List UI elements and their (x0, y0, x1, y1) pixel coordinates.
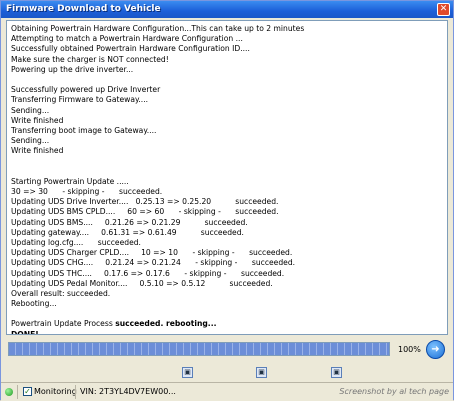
save-config-button[interactable]: ▣ (256, 367, 267, 378)
close-icon: ✕ (439, 4, 448, 14)
log-line: Sending... (11, 136, 443, 146)
log-line: Write finished (11, 116, 443, 126)
log-line-text: Obtaining Powertrain Hardware Configurat… (11, 24, 305, 33)
log-line-text: Updating gateway.... 0.61.31 => 0.61.49 … (11, 227, 244, 237)
log-line-text: Powering up the drive inverter... (11, 64, 134, 74)
log-line: Sending... (11, 106, 443, 116)
log-line-text: Attempting to match a Powertrain Hardwar… (11, 34, 243, 44)
vin-label: VIN: 2T3YL4DV7EW00... (80, 387, 176, 396)
log-line-text: Starting Powertrain Update ..... (11, 176, 129, 186)
monitoring-label: Monitoring (34, 387, 77, 396)
log-line-text: Updating UDS CHG.... 0.21.24 => 0.21.24 … (11, 258, 296, 268)
save-report-button[interactable]: ▣ (331, 367, 342, 378)
disk-icon: ▣ (258, 368, 265, 376)
log-line: DONE! (11, 329, 443, 335)
log-line-text: Updating UDS Drive Inverter.... 0.25.13 … (11, 197, 279, 207)
log-line-text: Updating log.cfg.... succeeded. (11, 237, 141, 247)
log-line-text: Powertrain Update Process (11, 319, 116, 329)
log-line-text: Updating UDS Charger CPLD.... 10 => 10 -… (11, 248, 293, 258)
log-line-status: succeeded. rebooting... (115, 319, 217, 329)
log-line-text: Updating UDS THC.... 0.17.6 => 0.17.6 - … (11, 268, 285, 278)
log-line-text: Sending... (11, 136, 50, 146)
log-output[interactable]: Obtaining Powertrain Hardware Configurat… (6, 20, 448, 335)
log-line: Starting Powertrain Update ..... (11, 177, 443, 187)
log-line: 30 => 30 - skipping - succeeded. (11, 187, 443, 197)
log-line-text: Updating UDS Pedal Monitor.... 0.5.10 =>… (11, 278, 273, 288)
log-line: Rebooting... (11, 299, 443, 309)
log-line-text: Overall result: succeeded. (11, 288, 111, 298)
log-line: Powertrain Update Process succeeded. reb… (11, 319, 443, 329)
log-line-text: Rebooting... (11, 299, 57, 309)
title-bar[interactable]: Firmware Download to Vehicle ✕ (1, 1, 453, 18)
close-button[interactable]: ✕ (437, 3, 450, 16)
window-title: Firmware Download to Vehicle (6, 4, 161, 14)
log-line: Updating log.cfg.... succeeded. (11, 238, 443, 248)
log-line-text: Write finished (11, 115, 64, 125)
save-log-button[interactable]: ▣ (182, 367, 193, 378)
log-line: Updating UDS Charger CPLD.... 10 => 10 -… (11, 248, 443, 258)
checkmark-icon: ✓ (24, 387, 31, 396)
credit-text: Screenshot by al tech page (339, 387, 449, 396)
log-line: Updating UDS BMS.... 0.21.26 => 0.21.29 … (11, 218, 443, 228)
log-line: Updating UDS THC.... 0.17.6 => 0.17.6 - … (11, 269, 443, 279)
divider (17, 385, 18, 399)
log-line-text: Updating UDS BMS.... 0.21.26 => 0.21.29 … (11, 217, 248, 227)
connection-led-icon (5, 388, 13, 396)
disk-icon: ▣ (184, 368, 191, 376)
status-bar: ✓ Monitoring VIN: 2T3YL4DV7EW00... Scree… (1, 382, 453, 401)
log-line: Attempting to match a Powertrain Hardwar… (11, 34, 443, 44)
log-line-text: Transferring boot image to Gateway.... (11, 125, 157, 135)
log-line-text: Successfully powered up Drive Inverter (11, 85, 161, 95)
log-line: Overall result: succeeded. (11, 289, 443, 299)
go-button[interactable]: ➜ (426, 340, 445, 359)
log-line: Updating UDS BMS CPLD.... 60 => 60 - ski… (11, 207, 443, 217)
arrow-right-icon: ➜ (431, 344, 440, 355)
log-line-text: Make sure the charger is NOT connected! (11, 54, 169, 64)
log-line-text: 30 => 30 - skipping - succeeded. (11, 187, 163, 196)
log-line-text: DONE! (11, 329, 39, 335)
log-line: Updating UDS Pedal Monitor.... 0.5.10 =>… (11, 279, 443, 289)
progress-bar (8, 342, 390, 356)
progress-fill (9, 343, 389, 355)
monitoring-checkbox[interactable]: ✓ (23, 387, 32, 396)
log-line: Transferring Firmware to Gateway.... (11, 95, 443, 105)
log-line: Make sure the charger is NOT connected! (11, 55, 443, 65)
log-line-text: Sending... (11, 105, 50, 115)
log-line: Updating UDS CHG.... 0.21.24 => 0.21.24 … (11, 258, 443, 268)
log-line-text: Successfully obtained Powertrain Hardwar… (11, 44, 250, 54)
log-line: Successfully powered up Drive Inverter (11, 85, 443, 95)
log-line-text: Transferring Firmware to Gateway.... (11, 95, 149, 105)
log-line: Write finished (11, 146, 443, 156)
toolbar: ▣ ▣ ▣ (1, 365, 453, 381)
firmware-download-window: Firmware Download to Vehicle ✕ Obtaining… (0, 0, 454, 401)
log-line: Powering up the drive inverter... (11, 65, 443, 75)
log-line: Successfully obtained Powertrain Hardwar… (11, 44, 443, 54)
log-line: Obtaining Powertrain Hardware Configurat… (11, 24, 443, 34)
log-line-text: Write finished (11, 146, 64, 156)
progress-percent: 100% (398, 345, 421, 354)
log-line-text: Updating UDS BMS CPLD.... 60 => 60 - ski… (11, 207, 279, 217)
log-line: Updating gateway.... 0.61.31 => 0.61.49 … (11, 228, 443, 238)
divider (75, 385, 76, 399)
log-line: Updating UDS Drive Inverter.... 0.25.13 … (11, 197, 443, 207)
disk-icon: ▣ (333, 368, 340, 376)
log-line: Transferring boot image to Gateway.... (11, 126, 443, 136)
